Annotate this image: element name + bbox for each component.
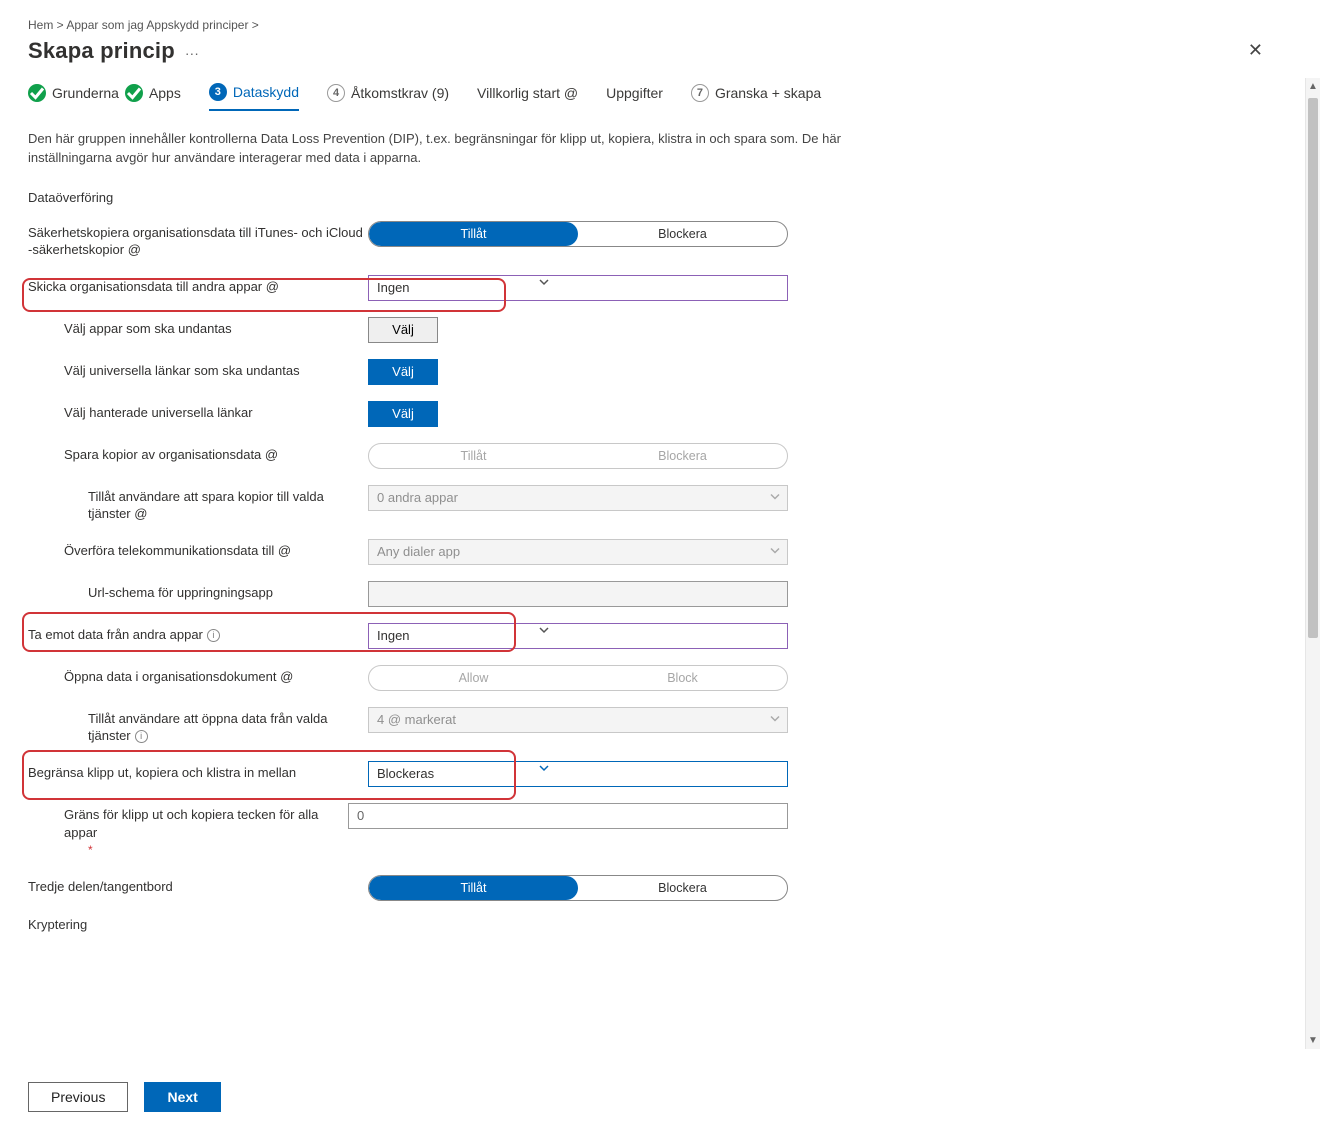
- toggle-block: Block: [578, 666, 787, 690]
- label-backup: Säkerhetskopiera organisationsdata till …: [28, 221, 368, 259]
- tab-label: Villkorlig start @: [477, 85, 578, 101]
- dropdown-send-org[interactable]: Ingen: [368, 275, 788, 301]
- toggle-open-org: Allow Block: [368, 665, 788, 691]
- tab-access-req[interactable]: 4 Åtkomstkrav (9): [327, 84, 449, 110]
- tab-label: Dataskydd: [233, 84, 299, 100]
- label-managed-links: Välj hanterade universella länkar: [28, 401, 368, 422]
- toggle-block[interactable]: Blockera: [578, 876, 787, 900]
- section-data-transfer: Dataöverföring: [28, 190, 1271, 205]
- dropdown-value: Ingen: [368, 623, 538, 649]
- more-icon[interactable]: ···: [185, 45, 199, 61]
- dropdown-value: 4 @ markerat: [377, 712, 456, 727]
- tab-data-protection[interactable]: 3 Dataskydd: [209, 83, 299, 111]
- toggle-block[interactable]: Blockera: [578, 222, 787, 246]
- select-exclude-apps-button[interactable]: Välj: [368, 317, 438, 343]
- step-number-icon: 7: [691, 84, 709, 102]
- step-number-icon: 4: [327, 84, 345, 102]
- section-encryption: Kryptering: [28, 917, 1271, 932]
- scroll-up-icon[interactable]: ▲: [1306, 78, 1320, 95]
- chevron-down-icon: [538, 762, 550, 777]
- toggle-allow[interactable]: Tillåt: [369, 222, 578, 246]
- dropdown-value: 0 andra appar: [377, 490, 458, 505]
- chevron-down-icon: [769, 544, 781, 559]
- label-url-scheme: Url-schema för uppringningsapp: [28, 581, 368, 602]
- intro-text: Den här gruppen innehåller kontrollerna …: [28, 130, 928, 168]
- label-telecom: Överföra telekommunikationsdata till @: [28, 539, 368, 560]
- clip-limit-input[interactable]: [348, 803, 788, 829]
- toggle-allow[interactable]: Tillåt: [369, 876, 578, 900]
- label-restrict-clip: Begränsa klipp ut, kopiera och klistra i…: [28, 761, 368, 782]
- scroll-down-icon[interactable]: ▼: [1306, 1032, 1320, 1049]
- select-managed-links-button[interactable]: Välj: [368, 401, 438, 427]
- check-icon: [28, 84, 46, 102]
- tab-label: Åtkomstkrav (9): [351, 85, 449, 101]
- tab-apps[interactable]: Apps: [125, 84, 181, 110]
- tab-label: Grunderna: [52, 85, 119, 101]
- step-number-icon: 3: [209, 83, 227, 101]
- dropdown-telecom: Any dialer app: [368, 539, 788, 565]
- toggle-backup[interactable]: Tillåt Blockera: [368, 221, 788, 247]
- dropdown-value: Ingen: [368, 275, 538, 301]
- dropdown-receive[interactable]: Ingen: [368, 623, 788, 649]
- check-icon: [125, 84, 143, 102]
- scrollbar-thumb[interactable]: [1308, 98, 1318, 638]
- dropdown-allow-open: 4 @ markerat: [368, 707, 788, 733]
- chevron-down-icon: [769, 490, 781, 505]
- label-send-org: Skicka organisationsdata till andra appa…: [28, 275, 368, 296]
- chevron-down-icon: [538, 276, 550, 291]
- scrollbar[interactable]: ▲ ▼: [1305, 78, 1320, 1049]
- info-icon[interactable]: i: [135, 730, 148, 743]
- tab-conditional-launch[interactable]: Villkorlig start @: [477, 85, 578, 109]
- toggle-allow: Allow: [369, 666, 578, 690]
- next-button[interactable]: Next: [144, 1082, 220, 1112]
- tab-basics[interactable]: Grunderna: [28, 84, 119, 110]
- wizard-footer: Previous Next: [0, 1065, 1299, 1127]
- tab-label: Uppgifter: [606, 85, 663, 101]
- label-exclude-apps: Välj appar som ska undantas: [28, 317, 368, 338]
- toggle-allow: Tillåt: [369, 444, 578, 468]
- wizard-tabs: Grunderna Apps 3 Dataskydd 4 Åtkomstkrav…: [28, 83, 1271, 112]
- label-save-copies: Spara kopior av organisationsdata @: [28, 443, 368, 464]
- label-exclude-links: Välj universella länkar som ska undantas: [28, 359, 368, 380]
- label-allow-open: Tillåt användare att öppna data från val…: [28, 707, 368, 745]
- section-keyboard: Tredje delen/tangentbord: [28, 875, 368, 896]
- label-clip-limit: Gräns för klipp ut och kopiera tecken fö…: [28, 803, 348, 841]
- label-open-org: Öppna data i organisationsdokument @: [28, 665, 368, 686]
- previous-button[interactable]: Previous: [28, 1082, 128, 1112]
- label-allow-save: Tillåt användare att spara kopior till v…: [28, 485, 368, 523]
- toggle-save-copies: Tillåt Blockera: [368, 443, 788, 469]
- tab-assignments[interactable]: Uppgifter: [606, 85, 663, 109]
- info-icon[interactable]: i: [207, 629, 220, 642]
- toggle-keyboard[interactable]: Tillåt Blockera: [368, 875, 788, 901]
- required-asterisk: *: [28, 843, 1271, 857]
- url-scheme-input: [368, 581, 788, 607]
- dropdown-allow-save: 0 andra appar: [368, 485, 788, 511]
- page-title: Skapa princip: [28, 38, 175, 64]
- chevron-down-icon: [769, 712, 781, 727]
- breadcrumb[interactable]: Hem > Appar som jag Appskydd principer >: [28, 18, 1271, 32]
- select-exclude-links-button[interactable]: Välj: [368, 359, 438, 385]
- chevron-down-icon: [538, 624, 550, 639]
- label-receive: Ta emot data från andra appari: [28, 623, 368, 644]
- dropdown-restrict-clip[interactable]: Blockeras: [368, 761, 788, 787]
- tab-review-create[interactable]: 7 Granska + skapa: [691, 84, 821, 110]
- toggle-block: Blockera: [578, 444, 787, 468]
- dropdown-value: Blockeras: [368, 761, 538, 787]
- tab-label: Apps: [149, 85, 181, 101]
- tab-label: Granska + skapa: [715, 85, 821, 101]
- dropdown-value: Any dialer app: [377, 544, 460, 559]
- close-icon[interactable]: ✕: [1240, 36, 1271, 65]
